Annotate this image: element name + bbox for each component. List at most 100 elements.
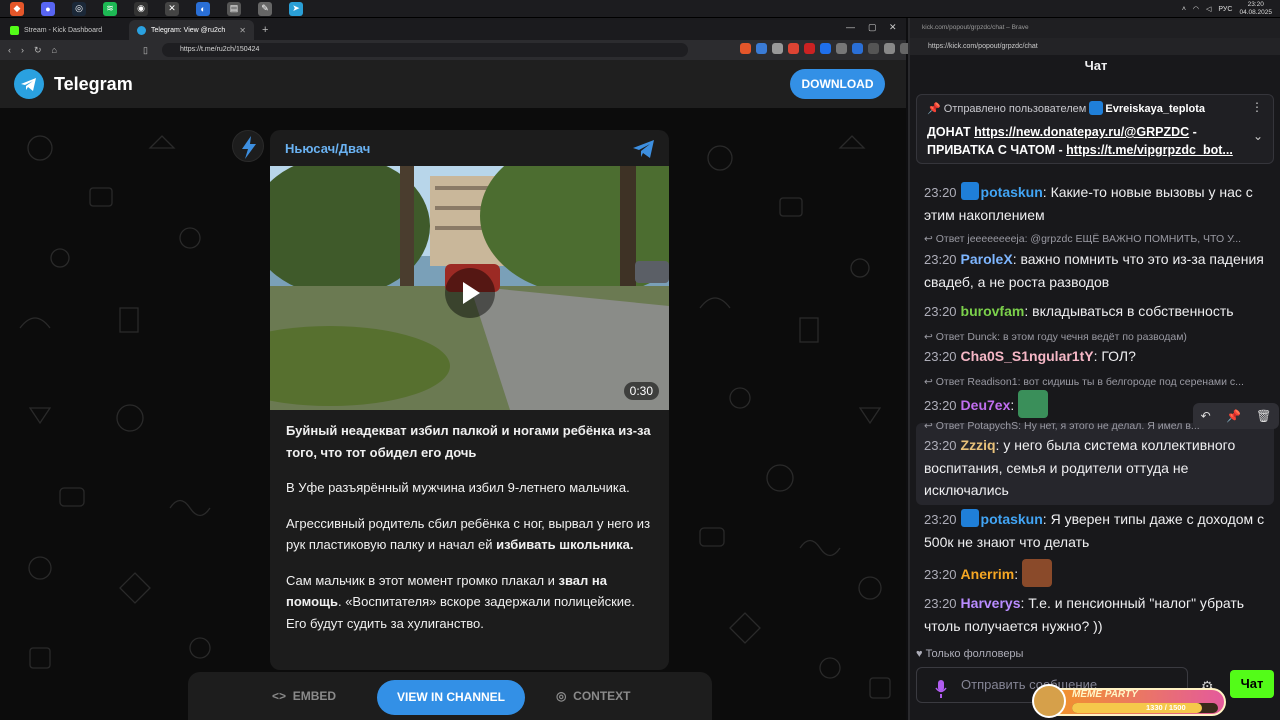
message-username[interactable]: Zzziq	[961, 437, 996, 453]
chat-message[interactable]: 23:20 Cha0S_S1ngular1tY: ГОЛ?	[924, 345, 1269, 368]
message-time: 23:20	[924, 567, 957, 582]
address-bar[interactable]: https://t.me/ru2ch/150424	[162, 43, 688, 57]
extension-icon[interactable]	[820, 43, 831, 54]
extension-icon[interactable]	[740, 43, 751, 54]
message-username[interactable]: burovfam	[961, 303, 1025, 319]
reply-context[interactable]: ↩ Ответ jeeeeeeeeja: @grpzdc ЕЩЁ ВАЖНО П…	[924, 233, 1269, 245]
telegram-brand[interactable]: Telegram	[54, 74, 133, 95]
message-time: 23:20	[924, 438, 957, 453]
extension-icon[interactable]	[788, 43, 799, 54]
emote-image[interactable]	[1018, 390, 1049, 418]
clock[interactable]: 23:20 04.08.2025	[1239, 1, 1272, 17]
browser-icon[interactable]: ◐	[196, 1, 210, 16]
discord-icon[interactable]: ●	[41, 1, 55, 16]
post-headline: Буйный неадекват избил палкой и ногами р…	[286, 423, 651, 460]
chevron-down-icon[interactable]: ⌄	[1253, 129, 1263, 143]
context-button[interactable]: ◎ CONTEXT	[556, 672, 631, 720]
pinned-message[interactable]: 📌 Отправлено пользователем Evreiskaya_te…	[916, 94, 1274, 164]
chat-message[interactable]: 23:20 Harverys: Т.е. и пенсионный "налог"…	[924, 592, 1269, 637]
message-colon: :	[1010, 397, 1019, 413]
message-colon: :	[1042, 184, 1051, 200]
microphone-icon[interactable]	[935, 677, 947, 711]
new-tab-icon[interactable]: +	[262, 24, 268, 36]
maximize-icon[interactable]: ▢	[868, 22, 877, 33]
more-options-icon[interactable]: ⋮	[1251, 100, 1263, 114]
language-indicator[interactable]: РУС	[1218, 6, 1232, 13]
chat-message[interactable]: 23:20 potaskun: Я уверен типы даже с дохо…	[924, 508, 1269, 553]
extension-icon[interactable]	[772, 43, 783, 54]
extension-icon[interactable]	[868, 43, 879, 54]
chat-message[interactable]: 23:20 Deu7ex:	[924, 390, 1269, 418]
extension-icon[interactable]	[804, 43, 815, 54]
close-window-icon[interactable]: ✕	[889, 22, 897, 33]
extension-icon[interactable]	[756, 43, 767, 54]
message-username[interactable]: Anerrim	[961, 566, 1015, 582]
message-username[interactable]: Harverys	[961, 595, 1021, 611]
chat-message[interactable]: 23:20 Zzziq: у него была система коллекти…	[924, 434, 1269, 501]
followers-only-notice: ♥ Только фолловеры	[916, 648, 1024, 660]
chat-message[interactable]: 23:20 Anerrim:	[924, 559, 1269, 587]
telegram-tab-icon	[137, 25, 146, 35]
code-icon: <>	[272, 689, 287, 703]
tab-kick-dashboard[interactable]: Stream - Kick Dashboard	[2, 20, 127, 40]
telegram-logo-icon[interactable]	[14, 69, 44, 99]
folder-icon[interactable]: ▤	[227, 1, 241, 16]
forward-icon[interactable]: ›	[21, 45, 24, 55]
post-action-bar: <> EMBED VIEW IN CHANNEL ◎ CONTEXT	[188, 672, 712, 720]
app-icon[interactable]: ✕	[165, 1, 179, 16]
home-icon[interactable]: ⌂	[52, 45, 57, 55]
back-icon[interactable]: ‹	[8, 45, 11, 55]
message-colon: :	[1024, 303, 1033, 319]
channel-avatar[interactable]	[232, 130, 264, 162]
donate-link[interactable]: https://new.donatepay.ru/@GRPZDC	[974, 125, 1189, 139]
brave-icon[interactable]: ◆	[10, 1, 24, 16]
telegram-taskbar-icon[interactable]: ➤	[289, 1, 303, 16]
embed-button[interactable]: <> EMBED	[272, 672, 336, 720]
reply-context[interactable]: ↩ Ответ PotapychS: Ну нет, я этого не де…	[924, 420, 1269, 432]
message-username[interactable]: Deu7ex	[961, 397, 1011, 413]
chat-message[interactable]: 23:20 burovfam: вкладываться в собственно…	[924, 300, 1269, 323]
emote-image[interactable]	[1022, 559, 1053, 587]
chevron-up-icon[interactable]: ˄	[1182, 6, 1186, 13]
spotify-icon[interactable]: ≋	[103, 1, 117, 16]
wifi-icon[interactable]: ◠	[1193, 5, 1199, 13]
chat-send-button[interactable]: Чат	[1230, 670, 1274, 698]
reply-context[interactable]: ↩ Ответ Readison1: вот сидишь ты в белго…	[924, 376, 1269, 388]
telegram-plane-icon[interactable]	[632, 138, 656, 165]
message-colon: :	[1042, 511, 1051, 527]
bookmark-icon[interactable]: ▯	[143, 45, 148, 56]
message-username[interactable]: ParoleX	[961, 251, 1013, 267]
chat-message[interactable]: 23:20 potaskun: Какие-то новые вызовы у н…	[924, 181, 1269, 226]
message-username[interactable]: Cha0S_S1ngular1tY	[961, 348, 1094, 364]
tab-telegram[interactable]: Telegram: View @ru2ch ✕	[129, 20, 254, 40]
message-username[interactable]: potaskun	[981, 184, 1043, 200]
view-in-channel-button[interactable]: VIEW IN CHANNEL	[377, 680, 525, 715]
meme-party-title: MEME PARTY	[1072, 689, 1138, 700]
chat-message[interactable]: 23:20 ParoleX: важно помнить что это из-з…	[924, 248, 1269, 293]
private-chat-link[interactable]: https://t.me/vipgrpzdc_bot...	[1066, 143, 1233, 157]
extension-icon[interactable]	[836, 43, 847, 54]
close-tab-icon[interactable]: ✕	[239, 26, 246, 35]
download-icon[interactable]	[884, 43, 895, 54]
message-time: 23:20	[924, 596, 957, 611]
tool-icon[interactable]: ✎	[258, 1, 272, 16]
message-time: 23:20	[924, 398, 957, 413]
reply-context[interactable]: ↩ Ответ Dunck: в этом году чечня ведёт п…	[924, 331, 1269, 343]
extension-icon[interactable]	[852, 43, 863, 54]
pinned-user[interactable]: Evreiskaya_teplota	[1105, 103, 1205, 115]
tab-label: Stream - Kick Dashboard	[24, 26, 103, 34]
chat-address-bar[interactable]: https://kick.com/popout/grpzdc/chat	[910, 38, 1280, 55]
channel-name[interactable]: Ньюсач/Двач	[285, 141, 370, 156]
obs-icon[interactable]: ◉	[134, 1, 148, 16]
reload-icon[interactable]: ↻	[34, 45, 42, 56]
video-player[interactable]: 0:30	[270, 166, 669, 410]
volume-icon[interactable]: ◁	[1206, 5, 1211, 13]
steam-icon[interactable]: ◎	[72, 1, 86, 16]
left-browser-window: Stream - Kick Dashboard Telegram: View @…	[0, 18, 911, 720]
post-paragraph-2: Агрессивный родитель сбил ребёнка с ног,…	[286, 515, 651, 553]
play-button[interactable]	[445, 268, 495, 318]
meme-progress-bar	[1072, 703, 1218, 713]
message-username[interactable]: potaskun	[981, 511, 1043, 527]
download-button[interactable]: DOWNLOAD	[790, 69, 885, 99]
minimize-icon[interactable]: —	[846, 22, 855, 32]
